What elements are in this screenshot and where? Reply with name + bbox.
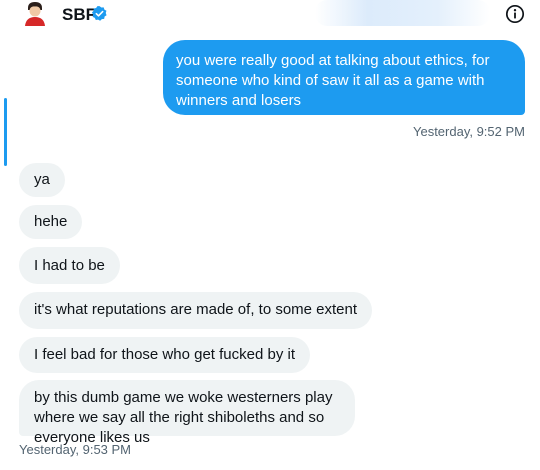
received-message-bubble[interactable]: I feel bad for those who get fucked by i…: [19, 337, 310, 373]
received-message-bubble[interactable]: hehe: [19, 205, 83, 239]
info-icon[interactable]: [505, 4, 525, 24]
received-message-bubble[interactable]: it's what reputations are made of, to so…: [19, 292, 373, 329]
received-message-bubble[interactable]: by this dumb game we woke westerners pla…: [19, 380, 355, 446]
sent-timestamp: Yesterday, 9:52 PM: [412, 124, 525, 139]
received-timestamp: Yesterday, 9:53 PM: [19, 442, 132, 457]
received-message-bubble[interactable]: ya: [19, 163, 65, 197]
avatar[interactable]: [24, 2, 46, 26]
received-message-bubble[interactable]: I had to be: [19, 247, 120, 284]
person-avatar-icon: [25, 2, 45, 26]
verified-badge-icon: [91, 5, 108, 22]
scroll-indicator[interactable]: [4, 98, 7, 166]
blurred-header-area: [315, 0, 490, 26]
conversation-header: SBF: [0, 0, 540, 30]
sent-message-bubble[interactable]: you were really good at talking about et…: [163, 40, 525, 115]
